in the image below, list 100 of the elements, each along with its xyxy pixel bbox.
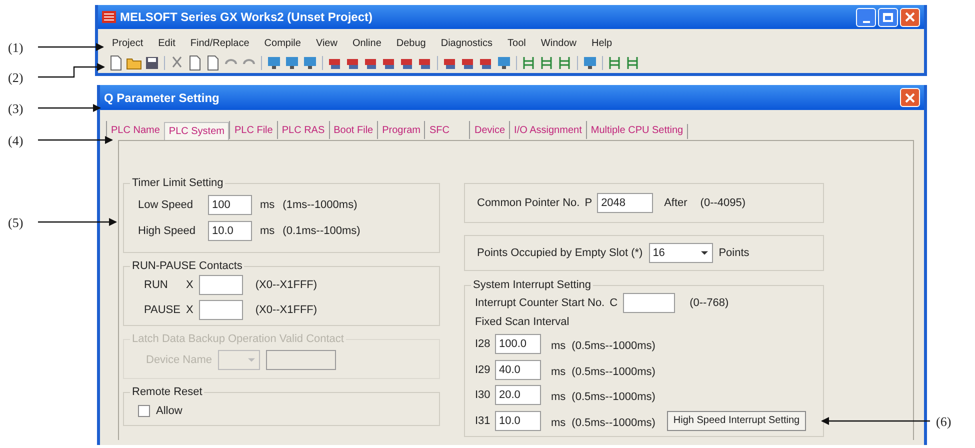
label: I28 <box>475 337 489 352</box>
dialog-title: Q Parameter Setting <box>104 90 220 106</box>
label: Points Occupied by Empty Slot (*) <box>477 246 643 261</box>
tab[interactable]: PLC File <box>229 121 277 139</box>
document-icon[interactable] <box>187 55 203 71</box>
dropdown[interactable]: 16 <box>648 243 713 263</box>
menu-item[interactable]: Help <box>591 36 612 50</box>
ladder-icon[interactable] <box>539 55 555 71</box>
tab[interactable]: PLC RAS <box>276 121 329 139</box>
tab[interactable]: Device <box>469 121 510 139</box>
ladder-icon[interactable] <box>625 55 641 71</box>
checkbox-label: Allow <box>156 404 182 419</box>
menu-item[interactable]: Window <box>540 36 576 50</box>
label: (0.5ms--1000ms) <box>572 416 656 430</box>
label: I29 <box>475 362 489 378</box>
input-field[interactable] <box>622 293 675 313</box>
label: (X0--X1FFF) <box>255 278 318 293</box>
group-title: Latch Data Backup Operation Valid Contact <box>130 332 346 346</box>
label: Low Speed <box>138 198 194 213</box>
checkbox[interactable] <box>138 405 150 418</box>
label: P <box>584 196 592 211</box>
label: ms <box>551 390 566 405</box>
document-icon[interactable] <box>205 55 221 71</box>
input-field[interactable] <box>199 300 244 320</box>
menu-item[interactable]: Edit <box>158 36 176 50</box>
input-field[interactable]: 10.0 <box>495 410 541 431</box>
label: X <box>186 302 194 318</box>
callout-label: (5) <box>8 214 24 232</box>
menu-item[interactable]: Compile <box>264 36 301 50</box>
input-field[interactable]: 10.0 <box>208 221 252 241</box>
ladder-icon[interactable] <box>521 55 537 71</box>
label: Common Pointer No. <box>477 196 580 211</box>
label: (0--4095) <box>700 196 746 211</box>
label: High Speed <box>138 224 196 239</box>
callout-label: (3) <box>8 100 24 118</box>
ladder-icon[interactable] <box>607 55 623 71</box>
menu-item[interactable]: Tool <box>508 36 526 50</box>
maximize-button[interactable] <box>878 8 898 26</box>
label: RUN <box>144 278 169 293</box>
label: X <box>186 278 194 293</box>
monitor-icon[interactable] <box>582 55 598 71</box>
menu-item[interactable]: Diagnostics <box>440 36 493 50</box>
monitor-icon[interactable] <box>496 55 512 71</box>
callout-label: (2) <box>8 69 24 87</box>
label: C <box>610 296 618 311</box>
label: After <box>664 196 688 211</box>
callout-label: (6) <box>936 413 952 431</box>
label: (0--768) <box>690 296 729 311</box>
label: (0.5ms--1000ms) <box>572 339 656 354</box>
tab[interactable]: Boot File <box>328 121 378 139</box>
callout-label: (1) <box>8 39 24 57</box>
menu-item[interactable]: Find/Replace <box>190 36 250 50</box>
tab[interactable]: SFC <box>424 121 470 139</box>
callout-label: (4) <box>8 132 24 150</box>
minimize-button[interactable] <box>856 8 876 26</box>
tab[interactable]: Multiple CPU Setting <box>586 121 688 139</box>
close-button[interactable] <box>900 88 920 107</box>
label: Fixed Scan Interval <box>475 315 570 329</box>
input-field[interactable] <box>199 275 244 295</box>
input-field[interactable]: 20.0 <box>495 385 541 406</box>
label: (0.5ms--1000ms) <box>572 390 656 405</box>
label: ms <box>551 364 566 380</box>
input-field[interactable]: 100 <box>208 195 252 215</box>
label: Device Name <box>146 352 212 368</box>
input-field[interactable]: 2048 <box>597 193 654 213</box>
label: ms <box>260 224 275 239</box>
tab[interactable]: I/O Assignment <box>509 121 586 139</box>
tab[interactable]: PLC System <box>164 122 230 140</box>
dropdown-arrow-icon <box>700 251 708 255</box>
menu-item[interactable]: View <box>316 36 338 50</box>
close-button[interactable] <box>900 8 920 26</box>
input-field[interactable]: 40.0 <box>495 360 541 380</box>
label: (0.5ms--1000ms) <box>572 364 656 380</box>
monitor-icon[interactable] <box>302 55 318 71</box>
menu-item[interactable]: Online <box>352 36 382 50</box>
arrow <box>38 104 101 112</box>
menu-item[interactable]: Project <box>112 36 144 50</box>
app-logo-icon <box>102 11 116 23</box>
arrow <box>38 63 105 78</box>
label: (X0--X1FFF) <box>255 302 318 318</box>
menu-item[interactable]: Debug <box>396 36 426 50</box>
label: ms <box>260 198 275 213</box>
group-title: Timer Limit Setting <box>130 176 226 190</box>
arrow <box>38 43 104 51</box>
tab[interactable]: Program <box>377 121 424 139</box>
monitor-icon[interactable] <box>284 55 300 71</box>
label: I30 <box>475 388 489 403</box>
input-field[interactable]: 100.0 <box>495 334 541 354</box>
high-speed-interrupt-button[interactable]: High Speed Interrupt Setting <box>667 410 806 431</box>
label: Points <box>718 246 750 261</box>
label: I31 <box>475 414 489 428</box>
ladder-icon[interactable] <box>557 55 573 71</box>
label: (1ms--1000ms) <box>282 198 358 213</box>
save-icon[interactable] <box>144 55 160 71</box>
document-icon[interactable] <box>108 55 124 71</box>
close-icon <box>905 12 915 22</box>
monitor-icon[interactable] <box>266 55 282 71</box>
label: (0.1ms--100ms) <box>282 224 360 239</box>
dropdown-arrow-icon <box>248 358 256 362</box>
window-title: MELSOFT Series GX Works2 (Unset Project) <box>120 9 373 26</box>
